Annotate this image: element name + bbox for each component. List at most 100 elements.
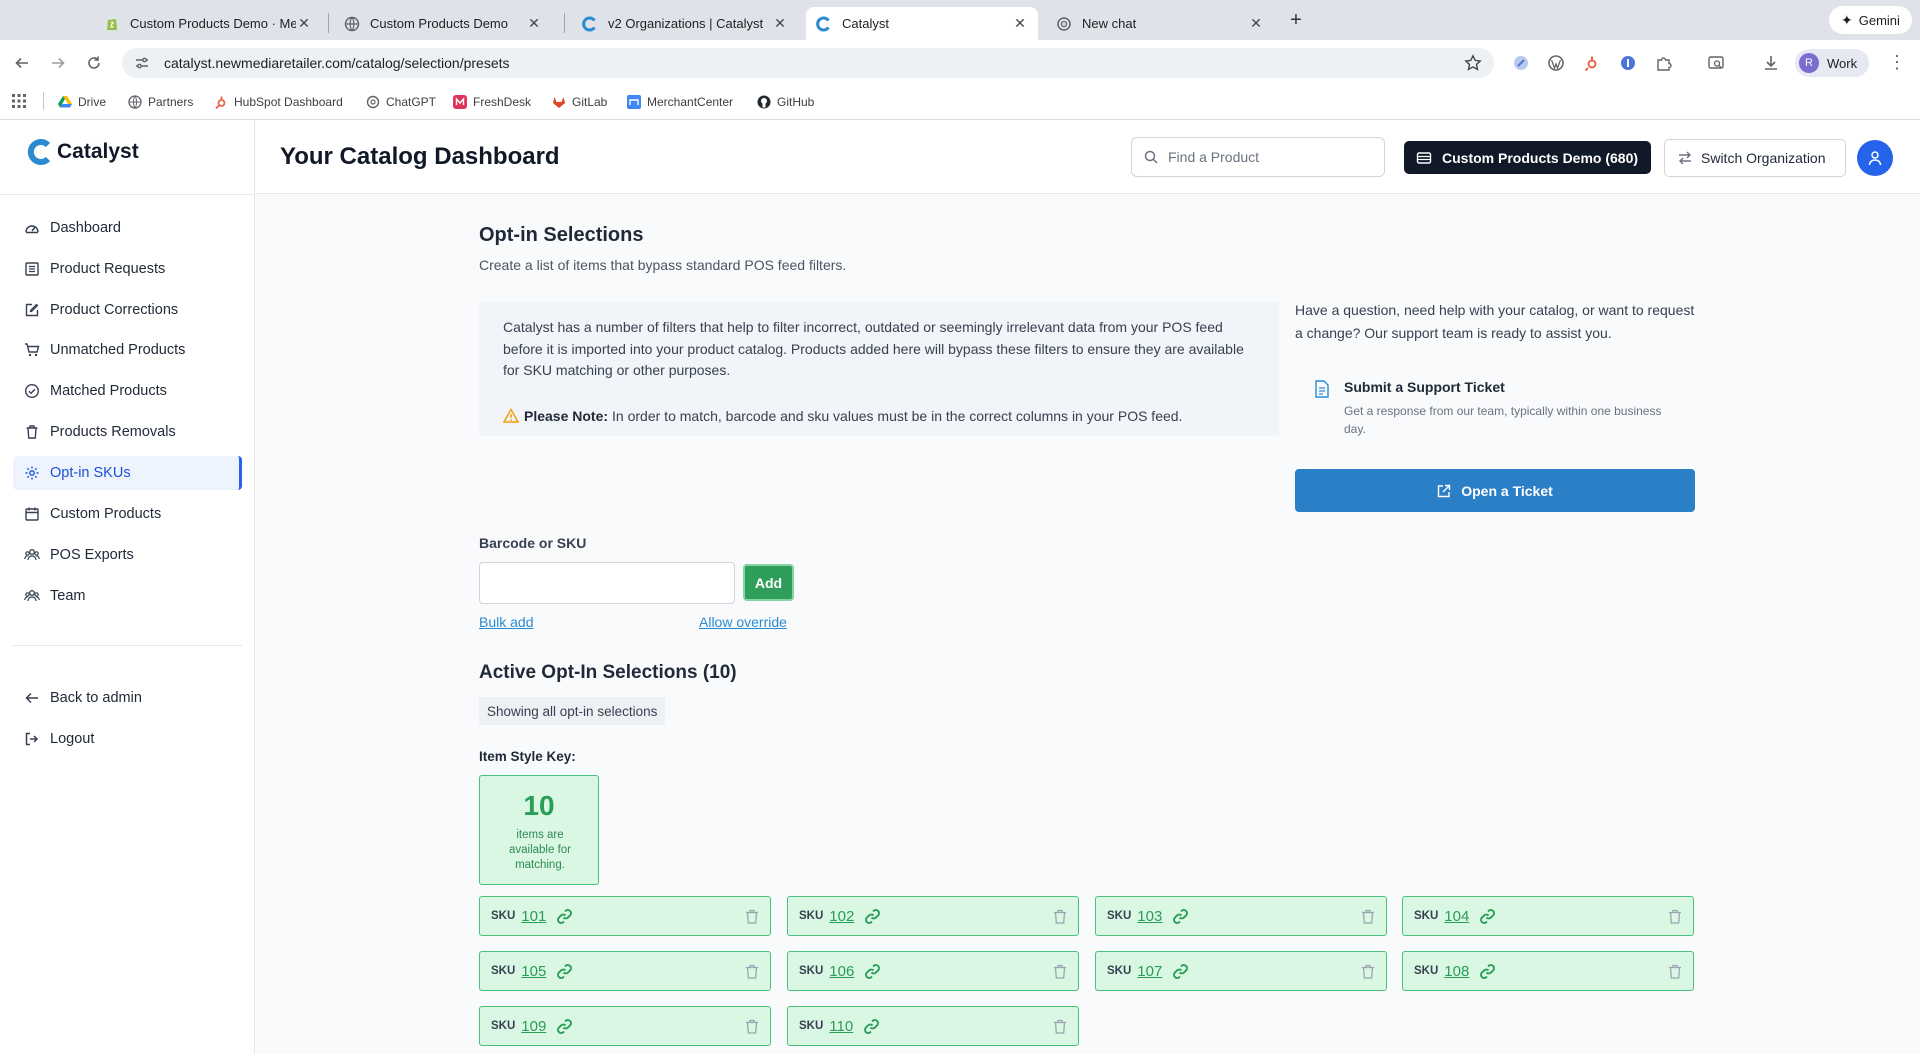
hubspot-icon[interactable]: [1583, 54, 1601, 72]
profile-label: Work: [1827, 55, 1858, 71]
link-icon[interactable]: [1479, 908, 1496, 925]
open-ticket-button[interactable]: Open a Ticket: [1295, 469, 1695, 512]
trash-icon[interactable]: [1053, 964, 1067, 979]
chatgpt-icon: [366, 95, 380, 109]
product-search[interactable]: [1131, 137, 1385, 177]
sidebar-item-logout[interactable]: Logout: [13, 722, 242, 756]
back-icon[interactable]: [11, 52, 33, 74]
sidebar-item-custom-products[interactable]: Custom Products: [13, 497, 242, 531]
profile-button[interactable]: R Work: [1795, 49, 1870, 77]
password-manager-icon[interactable]: [1619, 54, 1637, 72]
sku-link[interactable]: 101: [521, 908, 546, 925]
sku-link[interactable]: 102: [829, 908, 854, 925]
sku-link[interactable]: 105: [521, 963, 546, 980]
user-menu-button[interactable]: [1857, 140, 1893, 176]
browser-tab[interactable]: Custom Products Demo ✕: [334, 7, 552, 40]
trash-icon[interactable]: [1361, 964, 1375, 979]
forward-icon[interactable]: [47, 52, 69, 74]
style-key-description: items are available for matching.: [508, 829, 571, 871]
link-icon[interactable]: [864, 908, 881, 925]
address-bar[interactable]: catalyst.newmediaretailer.com/catalog/se…: [122, 48, 1494, 78]
wordpress-icon[interactable]: [1547, 54, 1565, 72]
browser-tab-active[interactable]: Catalyst ✕: [806, 7, 1038, 40]
trash-icon[interactable]: [1668, 909, 1682, 924]
sidebar-item-unmatched-products[interactable]: Unmatched Products: [13, 333, 242, 367]
bookmark-chatgpt[interactable]: ChatGPT: [366, 92, 436, 112]
bookmark-merchantcenter[interactable]: MerchantCenter: [627, 92, 733, 112]
trash-icon[interactable]: [1361, 909, 1375, 924]
extensions-puzzle-icon[interactable]: [1655, 54, 1673, 72]
bookmark-github[interactable]: GitHub: [757, 92, 814, 112]
trash-icon[interactable]: [745, 909, 759, 924]
close-tab-icon[interactable]: ✕: [296, 15, 312, 32]
tab-search-icon[interactable]: [1707, 54, 1725, 72]
reload-icon[interactable]: [83, 52, 105, 74]
switch-organization-button[interactable]: Switch Organization: [1664, 139, 1846, 177]
browser-tab[interactable]: Custom Products Demo · Me ✕: [94, 7, 322, 40]
sku-tag: SKU: [1414, 965, 1439, 977]
barcode-sku-input[interactable]: [479, 562, 735, 604]
browser-menu-icon[interactable]: ⋮: [1888, 52, 1906, 73]
globe-icon: [344, 16, 360, 31]
bulk-add-link[interactable]: Bulk add: [479, 614, 533, 630]
sidebar-item-back-to-admin[interactable]: Back to admin: [13, 681, 242, 715]
sidebar-item-label: Logout: [50, 731, 95, 747]
trash-icon[interactable]: [745, 1019, 759, 1034]
sku-link[interactable]: 109: [521, 1018, 546, 1035]
sku-link[interactable]: 106: [829, 963, 854, 980]
bookmark-freshdesk[interactable]: FreshDesk: [453, 92, 531, 112]
add-button[interactable]: Add: [743, 564, 794, 601]
new-tab-button[interactable]: +: [1286, 10, 1306, 30]
download-icon[interactable]: [1762, 54, 1780, 72]
allow-override-link[interactable]: Allow override: [699, 614, 787, 630]
bookmark-label: GitLab: [572, 95, 608, 109]
sidebar-item-dashboard[interactable]: Dashboard: [13, 211, 242, 245]
sidebar-item-label: Product Corrections: [50, 302, 179, 318]
link-icon[interactable]: [1172, 963, 1189, 980]
trash-icon[interactable]: [745, 964, 759, 979]
sidebar-item-pos-exports[interactable]: POS Exports: [13, 538, 242, 572]
close-tab-icon[interactable]: ✕: [1012, 15, 1028, 32]
sidebar-item-product-corrections[interactable]: Product Corrections: [13, 293, 242, 327]
sku-link[interactable]: 107: [1137, 963, 1162, 980]
sidebar-item-opt-in-skus[interactable]: Opt-in SKUs: [13, 456, 242, 490]
sidebar-item-label: Team: [50, 588, 86, 604]
link-icon[interactable]: [556, 963, 573, 980]
bookmark-partners[interactable]: Partners: [128, 92, 193, 112]
sku-link[interactable]: 108: [1444, 963, 1469, 980]
link-icon[interactable]: [556, 908, 573, 925]
link-icon[interactable]: [1172, 908, 1189, 925]
trash-icon[interactable]: [1053, 909, 1067, 924]
trash-icon[interactable]: [1668, 964, 1682, 979]
sidebar-item-product-requests[interactable]: Product Requests: [13, 252, 242, 286]
apps-grid-icon[interactable]: [12, 94, 26, 108]
sidebar-item-matched-products[interactable]: Matched Products: [13, 374, 242, 408]
gemini-button[interactable]: ✦ Gemini: [1829, 6, 1912, 34]
organization-button[interactable]: Custom Products Demo (680): [1404, 141, 1651, 174]
browser-tab[interactable]: v2 Organizations | Catalyst ✕: [572, 7, 798, 40]
bookmark-hubspot[interactable]: HubSpot Dashboard: [214, 92, 343, 112]
brand-logo[interactable]: Catalyst: [27, 137, 139, 167]
hubspot-icon: [215, 96, 226, 109]
bookmark-star-icon[interactable]: [1464, 54, 1482, 72]
close-tab-icon[interactable]: ✕: [1248, 15, 1264, 32]
bookmark-gitlab[interactable]: GitLab: [552, 92, 607, 112]
sidebar-item-products-removals[interactable]: Products Removals: [13, 415, 242, 449]
sidebar-item-label: POS Exports: [50, 547, 134, 563]
sku-link[interactable]: 103: [1137, 908, 1162, 925]
link-icon[interactable]: [1479, 963, 1496, 980]
sku-link[interactable]: 104: [1444, 908, 1469, 925]
search-input[interactable]: [1168, 149, 1368, 165]
extension-icon[interactable]: [1512, 54, 1530, 72]
bookmark-drive[interactable]: Drive: [58, 92, 106, 112]
link-icon[interactable]: [863, 1018, 880, 1035]
browser-tab[interactable]: New chat ✕: [1046, 7, 1274, 40]
close-tab-icon[interactable]: ✕: [772, 15, 788, 32]
sku-link[interactable]: 110: [829, 1018, 853, 1035]
link-icon[interactable]: [556, 1018, 573, 1035]
trash-icon[interactable]: [1053, 1019, 1067, 1034]
site-info-icon[interactable]: [134, 55, 150, 71]
close-tab-icon[interactable]: ✕: [526, 15, 542, 32]
link-icon[interactable]: [864, 963, 881, 980]
sidebar-item-team[interactable]: Team: [13, 579, 242, 613]
